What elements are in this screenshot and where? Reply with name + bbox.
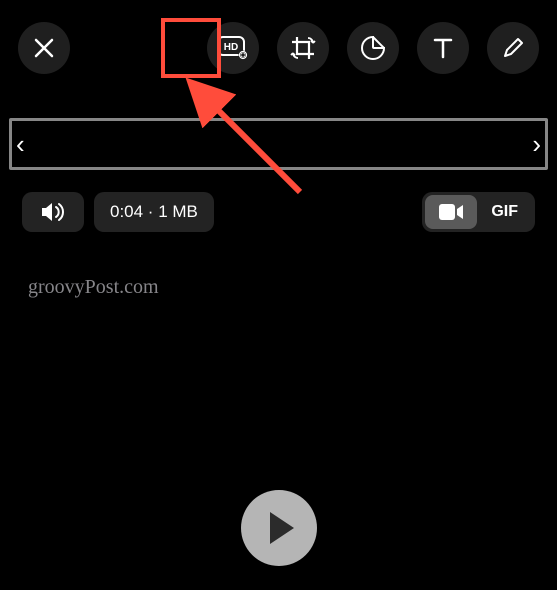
format-toggle[interactable]: GIF — [422, 192, 535, 232]
hd-icon: HD — [217, 36, 249, 60]
duration-size-label: 0:04 · 1 MB — [94, 192, 214, 232]
format-video-option[interactable] — [425, 195, 477, 229]
sticker-icon — [360, 35, 386, 61]
sound-toggle-button[interactable] — [22, 192, 84, 232]
text-button[interactable] — [417, 22, 469, 74]
trim-handle-left[interactable]: ‹ — [16, 129, 25, 160]
svg-text:HD: HD — [224, 42, 238, 53]
text-icon — [432, 36, 454, 60]
sticker-button[interactable] — [347, 22, 399, 74]
speaker-icon — [40, 201, 66, 223]
draw-button[interactable] — [487, 22, 539, 74]
video-trim-bar[interactable]: ‹ › — [9, 118, 548, 170]
watermark-text: groovyPost.com — [28, 276, 557, 299]
close-icon — [33, 37, 55, 59]
crop-rotate-button[interactable] — [277, 22, 329, 74]
format-gif-option[interactable]: GIF — [477, 195, 532, 229]
draw-icon — [501, 36, 525, 60]
play-button[interactable] — [241, 490, 317, 566]
close-button[interactable] — [18, 22, 70, 74]
crop-rotate-icon — [289, 34, 317, 62]
video-icon — [439, 204, 463, 220]
play-icon — [270, 512, 294, 544]
hd-quality-button[interactable]: HD — [207, 22, 259, 74]
trim-handle-right[interactable]: › — [532, 129, 541, 160]
